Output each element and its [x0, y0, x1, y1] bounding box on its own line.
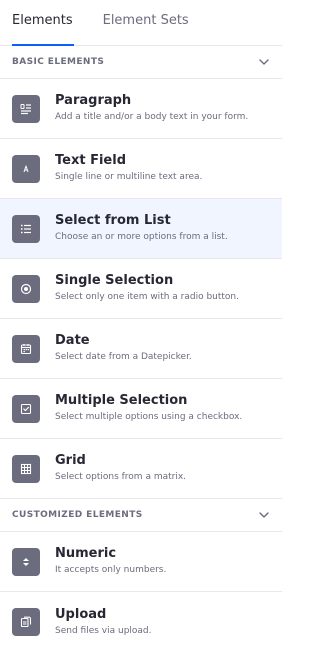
item-description: Single line or multiline text area. [55, 172, 203, 182]
element-item-paragraph[interactable]: Paragraph Add a title and/or a body text… [0, 79, 282, 139]
item-description: Select only one item with a radio button… [55, 292, 239, 302]
upload-icon [12, 608, 40, 636]
item-description: Select multiple options using a checkbox… [55, 412, 243, 422]
grid-icon [12, 454, 40, 483]
item-description: Select date from a Datepicker. [55, 352, 192, 362]
item-title: Multiple Selection [55, 393, 188, 408]
element-item-grid[interactable]: Grid Select options from a matrix. [0, 439, 282, 499]
tab-elements[interactable]: Elements [12, 0, 74, 46]
section-title: CUSTOMIZED ELEMENTS [12, 510, 143, 520]
section-title: BASIC ELEMENTS [12, 57, 105, 67]
element-item-single-selection[interactable]: Single Selection Select only one item wi… [0, 259, 282, 319]
item-title: Select from List [55, 213, 171, 228]
tab-element-sets[interactable]: Element Sets [103, 0, 189, 45]
item-title: Numeric [55, 546, 117, 561]
radio-icon [12, 274, 40, 303]
chevron-down-icon [258, 56, 270, 68]
element-item-numeric[interactable]: Numeric It accepts only numbers. [0, 532, 282, 592]
chevron-down-icon [258, 509, 270, 521]
paragraph-icon [12, 94, 40, 123]
item-title: Text Field [55, 153, 126, 168]
item-description: Select options from a matrix. [55, 472, 187, 482]
item-title: Upload [55, 606, 107, 622]
item-description: Add a title and/or a body text in your f… [55, 112, 249, 122]
element-item-multiple-selection[interactable]: Multiple Selection Select multiple optio… [0, 379, 282, 439]
section-header-basic-elements[interactable]: BASIC ELEMENTS [0, 46, 282, 79]
element-item-text-field[interactable]: Text Field Single line or multiline text… [0, 139, 282, 199]
element-item-select-from-list[interactable]: Select from List Choose an or more optio… [0, 199, 282, 259]
item-description: It accepts only numbers. [55, 565, 167, 575]
element-item-date[interactable]: Date Select date from a Datepicker. [0, 319, 282, 379]
section-header-customized-elements[interactable]: CUSTOMIZED ELEMENTS [0, 499, 282, 532]
item-description: Send files via upload. [55, 625, 152, 636]
item-title: Date [55, 333, 90, 348]
tab-bar: Elements Element Sets [0, 0, 282, 46]
item-title: Paragraph [55, 93, 132, 108]
item-title: Single Selection [55, 273, 174, 288]
text-field-icon [12, 154, 40, 183]
calendar-icon [12, 334, 40, 363]
list-icon [12, 214, 40, 243]
item-title: Grid [55, 453, 86, 468]
checkbox-icon [12, 394, 40, 423]
numeric-icon [12, 547, 40, 576]
element-item-upload[interactable]: Upload Send files via upload. [0, 592, 282, 652]
item-description: Choose an or more options from a list. [55, 232, 228, 242]
